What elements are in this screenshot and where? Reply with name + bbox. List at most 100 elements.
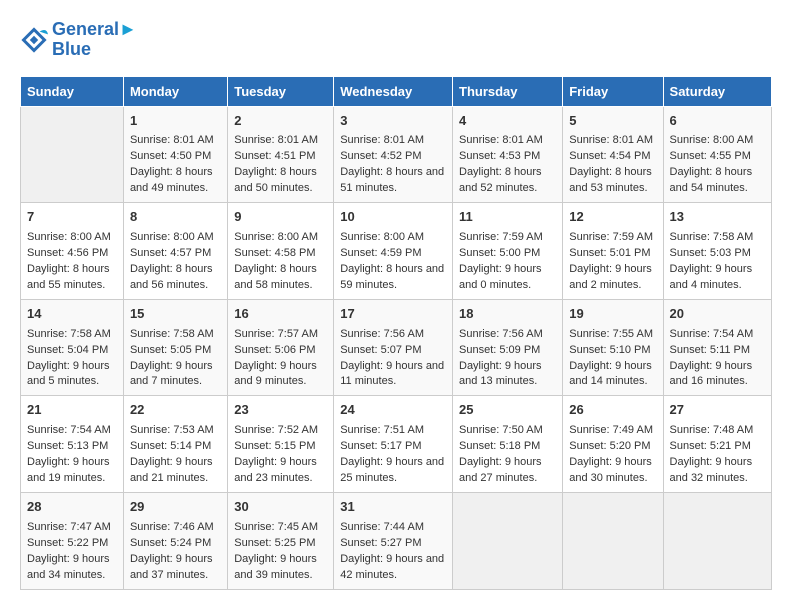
day-number: 11 (459, 208, 556, 227)
daylight-text: Daylight: 9 hours and 23 minutes. (234, 455, 327, 487)
daylight-text: Daylight: 8 hours and 56 minutes. (130, 262, 221, 294)
sunrise-text: Sunrise: 7:52 AM (234, 423, 327, 439)
daylight-text: Daylight: 9 hours and 9 minutes. (234, 359, 327, 391)
table-row: 20Sunrise: 7:54 AMSunset: 5:11 PMDayligh… (663, 299, 771, 396)
daylight-text: Daylight: 9 hours and 5 minutes. (27, 359, 117, 391)
day-number: 19 (569, 305, 656, 324)
table-row (663, 492, 771, 589)
table-row: 28Sunrise: 7:47 AMSunset: 5:22 PMDayligh… (21, 492, 124, 589)
day-number: 20 (670, 305, 765, 324)
day-number: 15 (130, 305, 221, 324)
sunset-text: Sunset: 5:21 PM (670, 439, 765, 455)
table-row: 3Sunrise: 8:01 AMSunset: 4:52 PMDaylight… (334, 106, 453, 203)
sunset-text: Sunset: 5:05 PM (130, 343, 221, 359)
day-number: 27 (670, 401, 765, 420)
day-number: 10 (340, 208, 446, 227)
daylight-text: Daylight: 9 hours and 0 minutes. (459, 262, 556, 294)
calendar-week-row: 7Sunrise: 8:00 AMSunset: 4:56 PMDaylight… (21, 203, 772, 300)
sunrise-text: Sunrise: 7:51 AM (340, 423, 446, 439)
daylight-text: Daylight: 8 hours and 49 minutes. (130, 165, 221, 197)
sunset-text: Sunset: 5:10 PM (569, 343, 656, 359)
table-row: 2Sunrise: 8:01 AMSunset: 4:51 PMDaylight… (228, 106, 334, 203)
day-number: 23 (234, 401, 327, 420)
daylight-text: Daylight: 9 hours and 21 minutes. (130, 455, 221, 487)
day-number: 17 (340, 305, 446, 324)
daylight-text: Daylight: 9 hours and 27 minutes. (459, 455, 556, 487)
daylight-text: Daylight: 8 hours and 59 minutes. (340, 262, 446, 294)
sunset-text: Sunset: 5:22 PM (27, 536, 117, 552)
day-number: 16 (234, 305, 327, 324)
sunset-text: Sunset: 5:24 PM (130, 536, 221, 552)
sunset-text: Sunset: 5:17 PM (340, 439, 446, 455)
sunset-text: Sunset: 5:14 PM (130, 439, 221, 455)
sunrise-text: Sunrise: 7:59 AM (569, 230, 656, 246)
sunrise-text: Sunrise: 7:49 AM (569, 423, 656, 439)
table-row: 31Sunrise: 7:44 AMSunset: 5:27 PMDayligh… (334, 492, 453, 589)
day-number: 26 (569, 401, 656, 420)
table-row: 11Sunrise: 7:59 AMSunset: 5:00 PMDayligh… (453, 203, 563, 300)
header-saturday: Saturday (663, 76, 771, 106)
sunset-text: Sunset: 5:04 PM (27, 343, 117, 359)
daylight-text: Daylight: 9 hours and 37 minutes. (130, 552, 221, 584)
header-thursday: Thursday (453, 76, 563, 106)
table-row: 16Sunrise: 7:57 AMSunset: 5:06 PMDayligh… (228, 299, 334, 396)
table-row: 12 Sunrise: 7:59 AMSunset: 5:01 PMDayligh… (563, 203, 663, 300)
daylight-text: Daylight: 8 hours and 58 minutes. (234, 262, 327, 294)
daylight-text: Daylight: 9 hours and 32 minutes. (670, 455, 765, 487)
header-wednesday: Wednesday (334, 76, 453, 106)
daylight-text: Daylight: 9 hours and 2 minutes. (569, 262, 656, 294)
sunset-text: Sunset: 5:03 PM (670, 246, 765, 262)
daylight-text: Daylight: 9 hours and 19 minutes. (27, 455, 117, 487)
daylight-text: Daylight: 8 hours and 52 minutes. (459, 165, 556, 197)
sunrise-text: Sunrise: 8:01 AM (459, 133, 556, 149)
sunset-text: Sunset: 5:20 PM (569, 439, 656, 455)
day-number: 4 (459, 112, 556, 131)
day-number: 12 (569, 208, 656, 227)
sunset-text: Sunset: 5:01 PM (569, 246, 656, 262)
daylight-text: Daylight: 9 hours and 4 minutes. (670, 262, 765, 294)
sunrise-text: Sunrise: 7:56 AM (340, 327, 446, 343)
sunrise-text: Sunrise: 7:50 AM (459, 423, 556, 439)
daylight-text: Daylight: 9 hours and 11 minutes. (340, 359, 446, 391)
sunset-text: Sunset: 5:27 PM (340, 536, 446, 552)
sunrise-text: Sunrise: 8:00 AM (234, 230, 327, 246)
table-row (453, 492, 563, 589)
day-number: 9 (234, 208, 327, 227)
sunrise-text: Sunrise: 7:48 AM (670, 423, 765, 439)
day-number: 3 (340, 112, 446, 131)
table-row: 7Sunrise: 8:00 AMSunset: 4:56 PMDaylight… (21, 203, 124, 300)
daylight-text: Daylight: 9 hours and 30 minutes. (569, 455, 656, 487)
day-number: 14 (27, 305, 117, 324)
sunrise-text: Sunrise: 8:00 AM (27, 230, 117, 246)
daylight-text: Daylight: 8 hours and 50 minutes. (234, 165, 327, 197)
sunset-text: Sunset: 5:13 PM (27, 439, 117, 455)
table-row: 19Sunrise: 7:55 AMSunset: 5:10 PMDayligh… (563, 299, 663, 396)
sunset-text: Sunset: 5:09 PM (459, 343, 556, 359)
sunrise-text: Sunrise: 7:59 AM (459, 230, 556, 246)
table-row: 23Sunrise: 7:52 AMSunset: 5:15 PMDayligh… (228, 396, 334, 493)
table-row: 10Sunrise: 8:00 AMSunset: 4:59 PMDayligh… (334, 203, 453, 300)
sunrise-text: Sunrise: 7:58 AM (130, 327, 221, 343)
calendar-table: SundayMondayTuesdayWednesdayThursdayFrid… (20, 76, 772, 590)
sunrise-text: Sunrise: 7:57 AM (234, 327, 327, 343)
table-row: 15Sunrise: 7:58 AMSunset: 5:05 PMDayligh… (123, 299, 227, 396)
sunrise-text: Sunrise: 8:00 AM (130, 230, 221, 246)
sunrise-text: Sunrise: 7:54 AM (670, 327, 765, 343)
table-row (563, 492, 663, 589)
sunset-text: Sunset: 4:57 PM (130, 246, 221, 262)
day-number: 22 (130, 401, 221, 420)
logo-text: General► Blue (52, 20, 137, 60)
header-friday: Friday (563, 76, 663, 106)
table-row: 4Sunrise: 8:01 AMSunset: 4:53 PMDaylight… (453, 106, 563, 203)
table-row: 8Sunrise: 8:00 AMSunset: 4:57 PMDaylight… (123, 203, 227, 300)
table-row: 6Sunrise: 8:00 AMSunset: 4:55 PMDaylight… (663, 106, 771, 203)
daylight-text: Daylight: 9 hours and 13 minutes. (459, 359, 556, 391)
sunrise-text: Sunrise: 7:54 AM (27, 423, 117, 439)
calendar-week-row: 21Sunrise: 7:54 AMSunset: 5:13 PMDayligh… (21, 396, 772, 493)
sunset-text: Sunset: 4:58 PM (234, 246, 327, 262)
sunset-text: Sunset: 5:11 PM (670, 343, 765, 359)
daylight-text: Daylight: 8 hours and 53 minutes. (569, 165, 656, 197)
daylight-text: Daylight: 9 hours and 34 minutes. (27, 552, 117, 584)
header-sunday: Sunday (21, 76, 124, 106)
table-row: 25Sunrise: 7:50 AMSunset: 5:18 PMDayligh… (453, 396, 563, 493)
